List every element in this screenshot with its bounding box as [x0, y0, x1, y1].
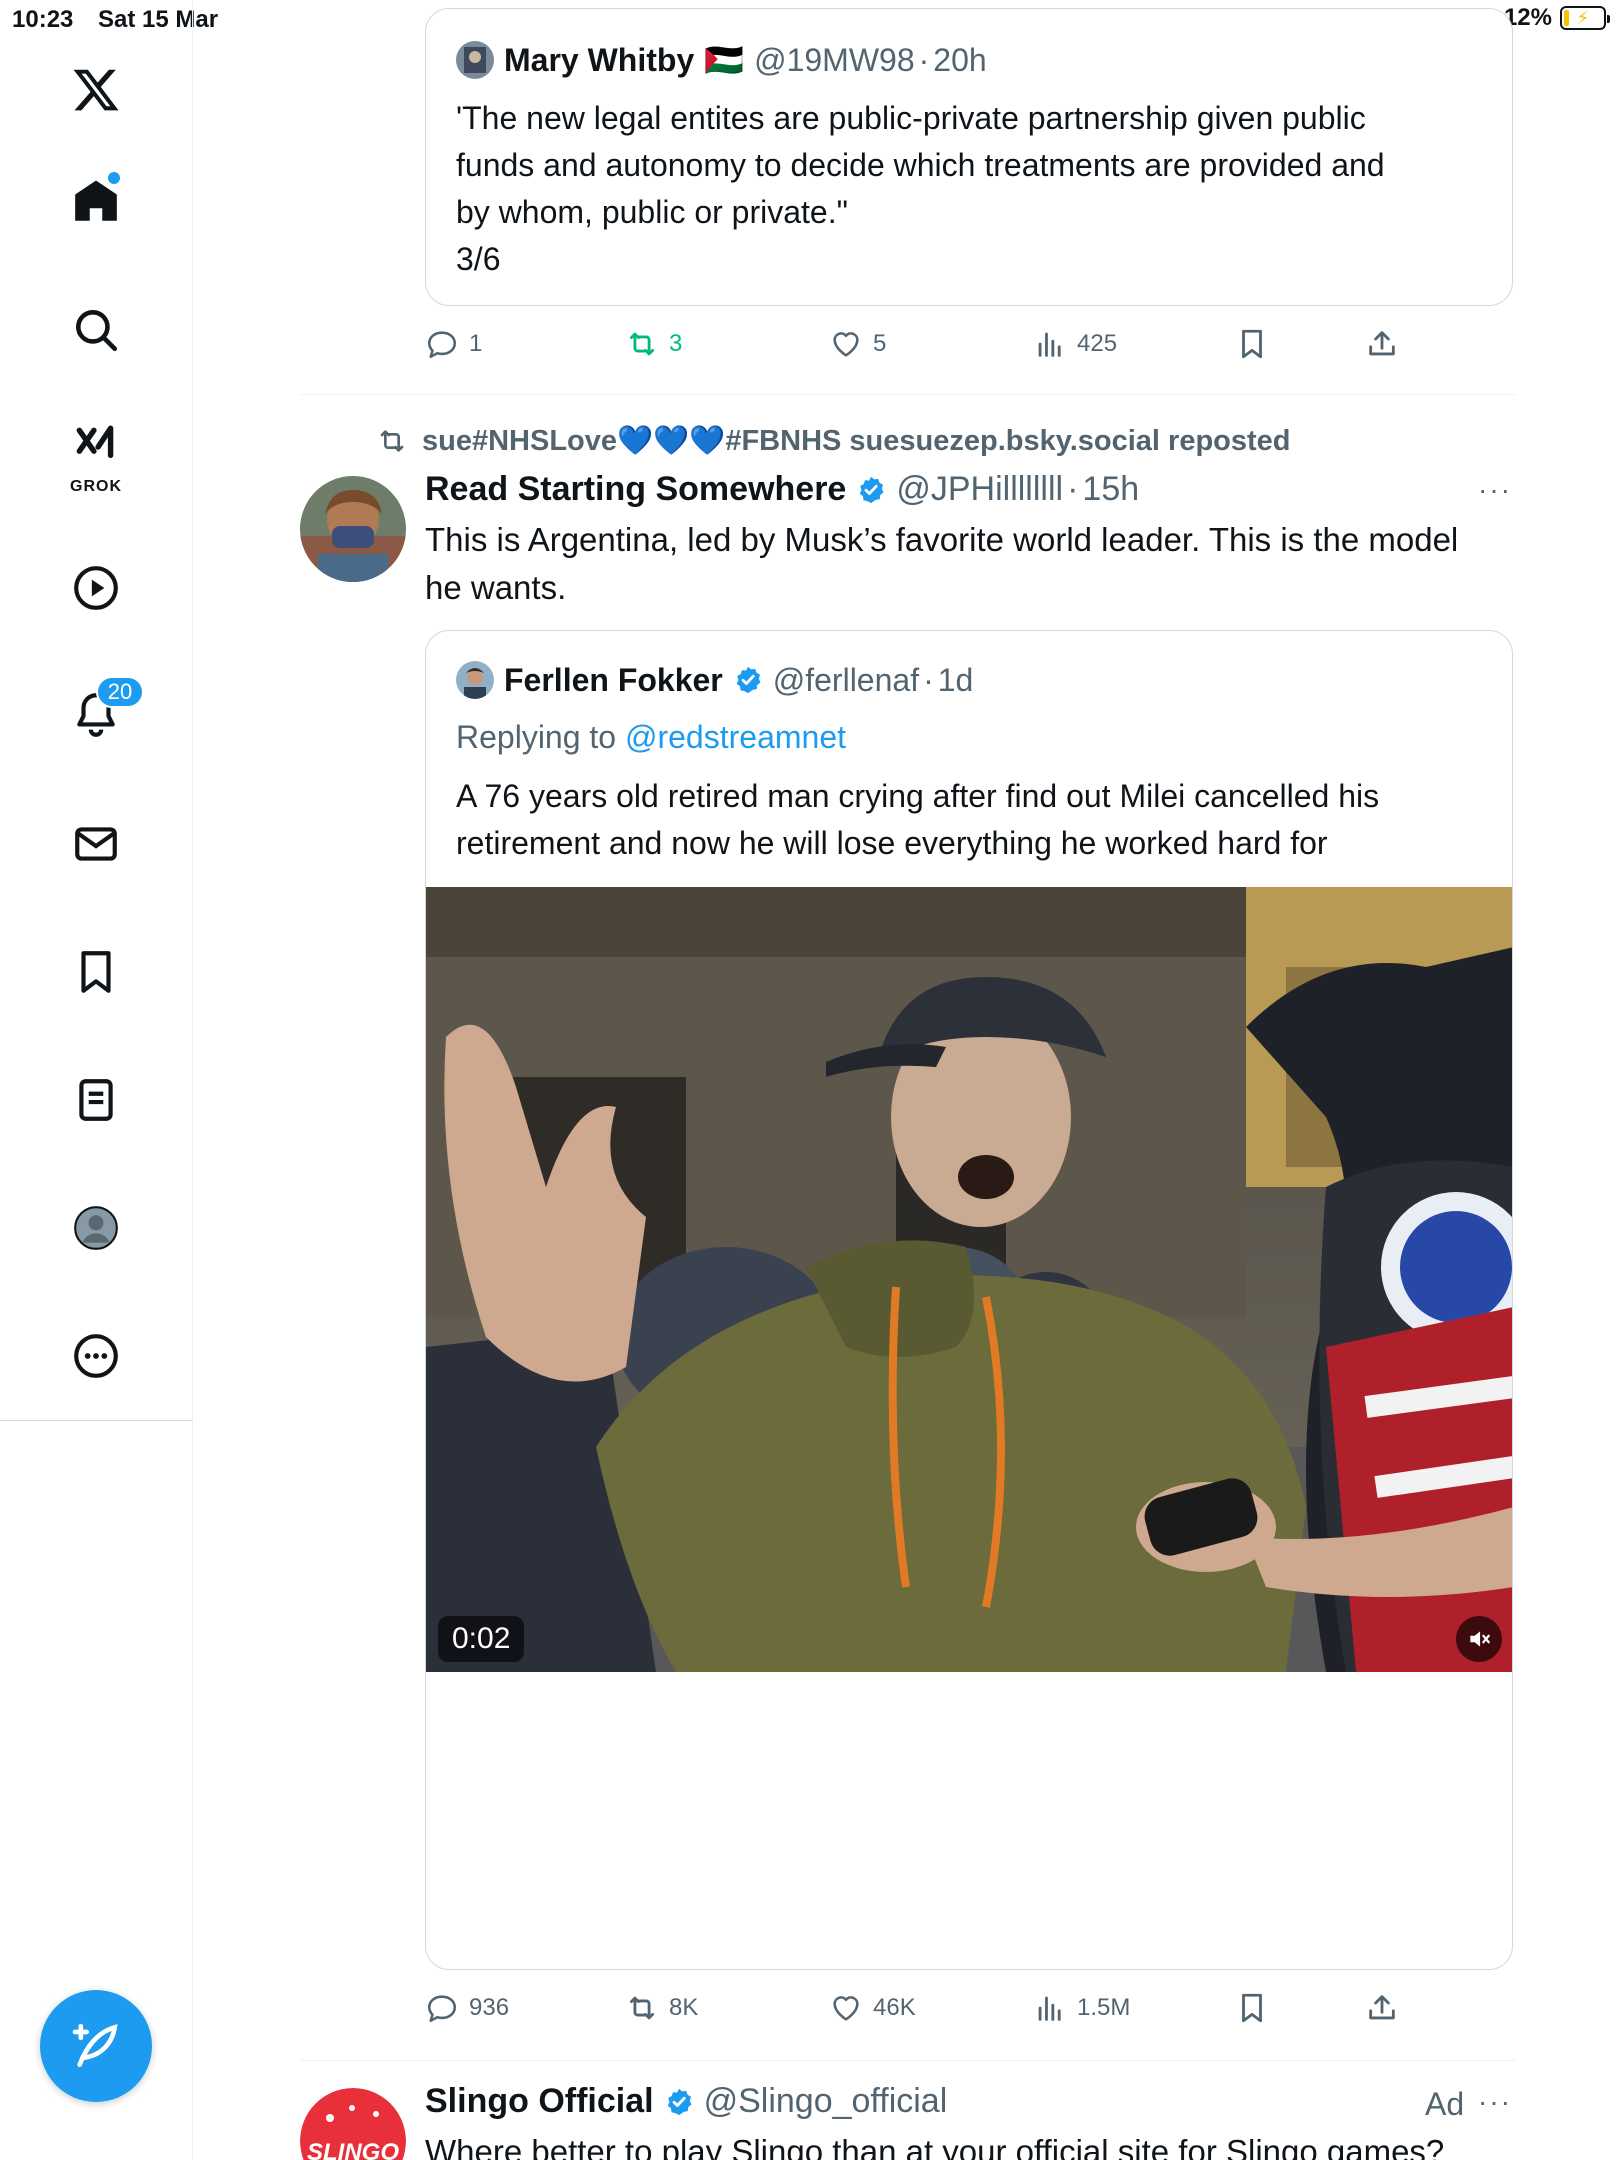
share-icon [1369, 1995, 1395, 2020]
retweet-icon [629, 332, 655, 356]
video-player[interactable]: 0:02 [426, 887, 1512, 1672]
views-chart-icon [1038, 332, 1061, 357]
mail-icon [75, 827, 117, 861]
quoted-post-card[interactable]: Ferllen Fokker @ferllenaf · 1d Replying … [425, 630, 1513, 1970]
quoted-post-text: 'The new legal entites are public-privat… [456, 100, 1385, 277]
battery-icon: ⚡ [1560, 6, 1610, 30]
blue-hearts: 💙💙💙 [617, 425, 726, 457]
verified-badge-icon [860, 476, 884, 503]
compose-feather-icon [72, 2023, 118, 2067]
mute-button[interactable] [1456, 1616, 1502, 1662]
views-button[interactable]: 425 [1033, 327, 1117, 361]
bookmark-icon [1242, 329, 1262, 359]
sidebar-item-more[interactable] [52, 1312, 140, 1400]
author-handle[interactable]: @JPHillllllll [896, 470, 1063, 509]
sidebar-item-profile[interactable] [52, 1184, 140, 1272]
search-icon [76, 310, 118, 352]
profile-avatar-icon [74, 1206, 118, 1250]
reply-button[interactable]: 1 [425, 327, 482, 361]
list-icon [79, 1079, 113, 1121]
grok-label: GROK [70, 478, 122, 495]
like-button[interactable]: 5 [829, 327, 886, 361]
play-circle-icon [74, 566, 118, 610]
author-handle[interactable]: @Slingo_official [704, 2082, 948, 2121]
sidebar-separator [0, 1420, 193, 1421]
author-handle[interactable]: @ferllenaf [773, 662, 919, 699]
post-actions: 1 3 5 425 [425, 327, 1425, 371]
share-button[interactable] [1365, 1991, 1399, 2025]
retweet-button[interactable]: 3 [625, 327, 682, 361]
x-logo-icon[interactable] [52, 46, 140, 134]
retweet-button[interactable]: 8K [625, 1991, 698, 2025]
video-thumbnail [426, 887, 1512, 1672]
more-options-button[interactable]: ··· [1478, 474, 1512, 506]
post-time[interactable]: 15h [1082, 470, 1139, 509]
replying-to-link[interactable]: @redstreamnet [625, 719, 846, 755]
post-text: Where better to play Slingo than at your… [425, 2133, 1445, 2160]
share-button[interactable] [1365, 327, 1399, 361]
sidebar-item-bookmarks[interactable] [52, 928, 140, 1016]
post-header: Read Starting Somewhere @JPHillllllll · … [425, 470, 1140, 509]
sidebar-item-grok[interactable]: GROK [52, 412, 140, 500]
home-icon [75, 180, 117, 221]
retweet-icon [380, 430, 404, 452]
avatar[interactable]: SLINGO [300, 2088, 406, 2160]
author-name[interactable]: Read Starting Somewhere [425, 470, 846, 509]
post-text: This is Argentina, led by Musk’s favorit… [425, 521, 1459, 606]
post-divider [300, 2060, 1516, 2061]
post-time[interactable]: 1d [938, 662, 974, 699]
post-time[interactable]: 20h [933, 42, 986, 79]
slingo-logo-text: SLINGO [307, 2139, 399, 2160]
ad-label: Ad [1425, 2086, 1465, 2122]
post-divider [300, 394, 1516, 395]
compose-post-button[interactable] [40, 1990, 152, 2102]
more-circle-icon [74, 1334, 118, 1378]
quoted-post-text: A 76 years old retired man crying after … [456, 778, 1380, 861]
notifications-badge: 20 [96, 676, 144, 708]
post-actions: 936 8K 46K 1.5M [425, 1991, 1425, 2035]
quoted-post-header: Mary Whitby 🇵🇸 @19MW98 · 20h [456, 41, 987, 79]
author-handle[interactable]: @19MW98 [754, 42, 915, 79]
author-name[interactable]: Slingo Official [425, 2082, 654, 2121]
avatar[interactable] [300, 476, 406, 582]
verified-badge-icon [667, 2088, 692, 2115]
replying-to: Replying to @redstreamnet [456, 719, 846, 755]
grok-icon [76, 425, 114, 459]
sidebar-item-home[interactable] [52, 158, 140, 246]
avatar[interactable] [456, 41, 494, 79]
post-header: Slingo Official @Slingo_official [425, 2082, 947, 2121]
sidebar: GROK 20 [0, 0, 193, 2160]
repost-indicator[interactable]: sue#NHSLove💙💙💙#FBNHS suesuezep.bsky.soci… [376, 424, 1291, 458]
retweet-icon [629, 1996, 655, 2020]
views-button[interactable]: 1.5M [1033, 1991, 1130, 2025]
sidebar-item-messages[interactable] [52, 800, 140, 888]
reply-button[interactable]: 936 [425, 1991, 509, 2025]
bookmark-icon [81, 951, 111, 993]
avatar[interactable] [456, 661, 494, 699]
like-button[interactable]: 46K [829, 1991, 916, 2025]
quoted-post-header: Ferllen Fokker @ferllenaf · 1d [456, 661, 973, 699]
views-chart-icon [1038, 1996, 1061, 2021]
quoted-post-card[interactable]: Mary Whitby 🇵🇸 @19MW98 · 20h 'The new le… [425, 8, 1513, 306]
sidebar-item-search[interactable] [52, 286, 140, 374]
share-icon [1369, 331, 1395, 356]
video-timestamp: 0:02 [438, 1616, 525, 1662]
bookmark-button[interactable] [1235, 327, 1269, 361]
author-name[interactable]: Mary Whitby [504, 42, 694, 79]
reply-icon [427, 1995, 457, 2023]
sidebar-item-lists[interactable] [52, 1056, 140, 1144]
sidebar-item-notifications[interactable]: 20 [52, 670, 144, 758]
verified-badge-icon [736, 666, 761, 694]
reply-icon [427, 331, 457, 359]
bookmark-button[interactable] [1235, 1991, 1269, 2025]
bookmark-icon [1242, 1993, 1262, 2023]
more-options-button[interactable]: ··· [1478, 2086, 1512, 2118]
heart-icon [833, 1996, 859, 2021]
author-name[interactable]: Ferllen Fokker [504, 662, 723, 699]
flag-icon: 🇵🇸 [704, 42, 745, 78]
sidebar-item-videos[interactable] [52, 544, 140, 632]
speaker-muted-icon [1470, 1631, 1490, 1647]
heart-icon [833, 332, 859, 357]
home-unread-dot [108, 172, 120, 184]
